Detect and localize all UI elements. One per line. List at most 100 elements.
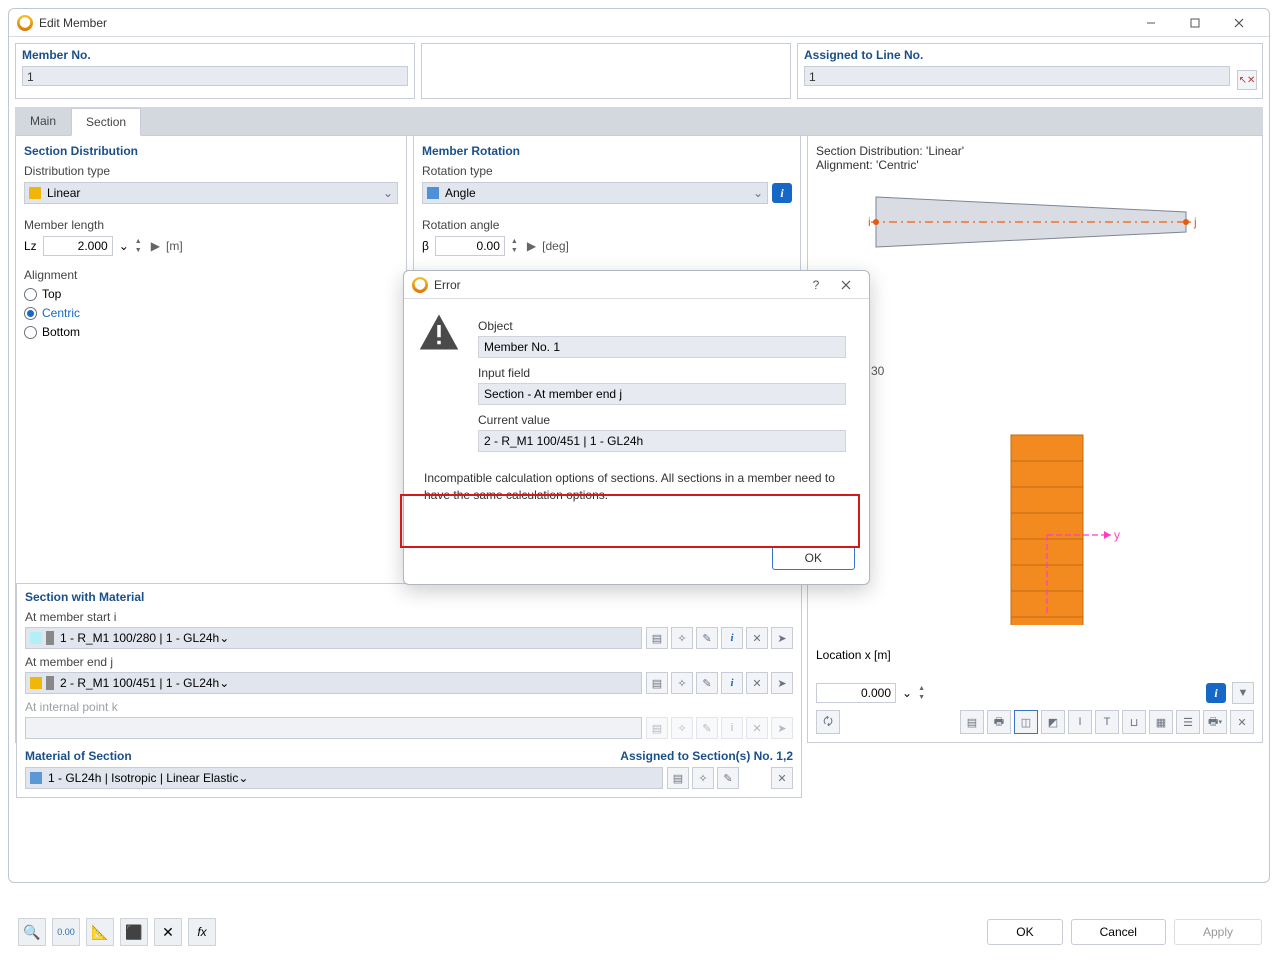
error-message: Incompatible calculation options of sect… bbox=[418, 466, 855, 508]
close-button[interactable] bbox=[1217, 9, 1261, 37]
section-distribution-title: Section Distribution bbox=[24, 144, 398, 158]
chevron-down-icon: ⌄ bbox=[753, 186, 763, 200]
new-icon[interactable]: ✧ bbox=[671, 672, 693, 694]
section-start-dropdown[interactable]: 1 - R_M1 100/280 | 1 - GL24h ⌄ bbox=[25, 627, 642, 649]
view-xy-icon[interactable]: ◫ bbox=[1014, 710, 1038, 734]
rotation-angle-input[interactable] bbox=[435, 236, 505, 256]
pick-icon[interactable]: ➤ bbox=[771, 672, 793, 694]
pick-icon: ➤ bbox=[771, 717, 793, 739]
location-x-input[interactable] bbox=[816, 683, 896, 703]
clear-icon[interactable]: ✕ bbox=[154, 918, 182, 946]
units-icon[interactable]: 0.00 bbox=[52, 918, 80, 946]
error-field-label: Input field bbox=[478, 366, 855, 380]
chevron-down-icon[interactable]: ⌄ bbox=[119, 239, 129, 253]
chevron-down-icon: ⌄ bbox=[219, 676, 229, 690]
error-field-value: Section - At member end j bbox=[478, 383, 846, 405]
svg-text:y: y bbox=[1114, 528, 1120, 542]
spinner-buttons[interactable]: ▲▼ bbox=[511, 236, 521, 256]
cross-section-preview: 30 y bbox=[816, 355, 1206, 625]
info-icon[interactable]: i bbox=[721, 627, 743, 649]
maximize-button[interactable] bbox=[1173, 9, 1217, 37]
info-icon[interactable]: i bbox=[721, 672, 743, 694]
warning-icon bbox=[418, 311, 460, 353]
section-with-material-title: Section with Material bbox=[25, 590, 793, 604]
coords-icon[interactable]: 📐 bbox=[86, 918, 114, 946]
pick-line-button[interactable]: ↖✕ bbox=[1237, 70, 1257, 90]
library-icon[interactable]: ▤ bbox=[646, 627, 668, 649]
start-i-label: At member start i bbox=[25, 610, 793, 624]
tab-section[interactable]: Section bbox=[71, 108, 141, 136]
svg-text:30: 30 bbox=[871, 364, 885, 378]
member-length-input[interactable] bbox=[43, 236, 113, 256]
alignment-bottom-radio[interactable]: Bottom bbox=[24, 325, 398, 339]
ok-button[interactable]: OK bbox=[987, 919, 1062, 945]
app-icon: ⬤ bbox=[412, 277, 428, 293]
edit-icon[interactable]: ✎ bbox=[696, 627, 718, 649]
assigned-input[interactable]: 1 bbox=[804, 66, 1230, 86]
main-titlebar: ⬤ Edit Member bbox=[9, 9, 1269, 37]
error-current-label: Current value bbox=[478, 413, 855, 427]
tab-bar: Main Section bbox=[15, 107, 1263, 136]
grid-icon[interactable]: ▦ bbox=[1149, 710, 1173, 734]
location-x-label: Location x [m] bbox=[816, 648, 891, 662]
zoom-reset-icon[interactable]: ✕ bbox=[1230, 710, 1254, 734]
material-dropdown[interactable]: 1 - GL24h | Isotropic | Linear Elastic ⌄ bbox=[25, 767, 663, 789]
svg-text:j: j bbox=[1193, 215, 1197, 229]
info-button[interactable]: i bbox=[1206, 683, 1226, 703]
internal-k-label: At internal point k bbox=[25, 700, 793, 714]
alignment-top-radio[interactable]: Top bbox=[24, 287, 398, 301]
error-ok-button[interactable]: OK bbox=[772, 546, 855, 570]
delete-icon[interactable]: ✕ bbox=[771, 767, 793, 789]
material-of-section-title: Material of Section bbox=[25, 749, 132, 763]
dist-type-dropdown[interactable]: Linear ⌄ bbox=[24, 182, 398, 204]
chevron-down-icon[interactable]: ⌄ bbox=[902, 686, 912, 700]
print-dropdown-icon[interactable]: 🖶▾ bbox=[1203, 710, 1227, 734]
minimize-button[interactable] bbox=[1129, 9, 1173, 37]
info-icon: i bbox=[721, 717, 743, 739]
refresh-icon[interactable]: 🗘 bbox=[816, 710, 840, 734]
formula-icon[interactable]: fx bbox=[188, 918, 216, 946]
close-button[interactable] bbox=[831, 271, 861, 299]
tab-main[interactable]: Main bbox=[15, 107, 71, 135]
section-start-swatch-icon bbox=[30, 632, 42, 644]
layer-icon[interactable]: ▤ bbox=[960, 710, 984, 734]
delete-icon[interactable]: ✕ bbox=[746, 672, 768, 694]
svg-text:i: i bbox=[868, 215, 871, 229]
print-icon[interactable]: 🖶 bbox=[987, 710, 1011, 734]
spinner-buttons[interactable]: ▲▼ bbox=[135, 236, 145, 256]
section-t-icon[interactable]: T bbox=[1095, 710, 1119, 734]
section-i-icon[interactable]: I bbox=[1068, 710, 1092, 734]
new-icon[interactable]: ✧ bbox=[692, 767, 714, 789]
help-icon[interactable]: 🔍 bbox=[18, 918, 46, 946]
alignment-centric-radio[interactable]: Centric bbox=[24, 306, 398, 320]
section-u-icon[interactable]: ⊔ bbox=[1122, 710, 1146, 734]
top-mid-panel bbox=[421, 43, 791, 99]
edit-icon[interactable]: ✎ bbox=[696, 672, 718, 694]
dist-swatch-icon bbox=[29, 187, 41, 199]
help-button[interactable]: ? bbox=[801, 271, 831, 299]
spinner-buttons[interactable]: ▲▼ bbox=[918, 683, 928, 703]
rotation-type-value: Angle bbox=[445, 186, 476, 200]
dist-type-value: Linear bbox=[47, 186, 80, 200]
member-no-input[interactable]: 1 bbox=[22, 66, 408, 86]
cancel-button[interactable]: Cancel bbox=[1071, 919, 1166, 945]
info-button[interactable]: i bbox=[772, 183, 792, 203]
member-length-label: Member length bbox=[24, 218, 398, 232]
bottom-bar: 🔍 0.00 📐 ⬛ ✕ fx OK Cancel Apply bbox=[8, 914, 1272, 950]
preview-line-1: Section Distribution: 'Linear' bbox=[816, 144, 1254, 158]
library-icon[interactable]: ▤ bbox=[667, 767, 689, 789]
delete-icon[interactable]: ✕ bbox=[746, 627, 768, 649]
member-no-label: Member No. bbox=[22, 48, 408, 62]
section-end-dropdown[interactable]: 2 - R_M1 100/451 | 1 - GL24h ⌄ bbox=[25, 672, 642, 694]
loads-icon[interactable]: ⬛ bbox=[120, 918, 148, 946]
filter-icon[interactable]: ▼ bbox=[1232, 682, 1254, 704]
apply-button[interactable]: Apply bbox=[1174, 919, 1262, 945]
new-icon[interactable]: ✧ bbox=[671, 627, 693, 649]
library-icon[interactable]: ▤ bbox=[646, 672, 668, 694]
list-icon[interactable]: ☰ bbox=[1176, 710, 1200, 734]
pick-icon[interactable]: ➤ bbox=[771, 627, 793, 649]
edit-icon[interactable]: ✎ bbox=[717, 767, 739, 789]
section-end-swatch-icon bbox=[30, 677, 42, 689]
view-xz-icon[interactable]: ◩ bbox=[1041, 710, 1065, 734]
rotation-type-dropdown[interactable]: Angle ⌄ bbox=[422, 182, 768, 204]
